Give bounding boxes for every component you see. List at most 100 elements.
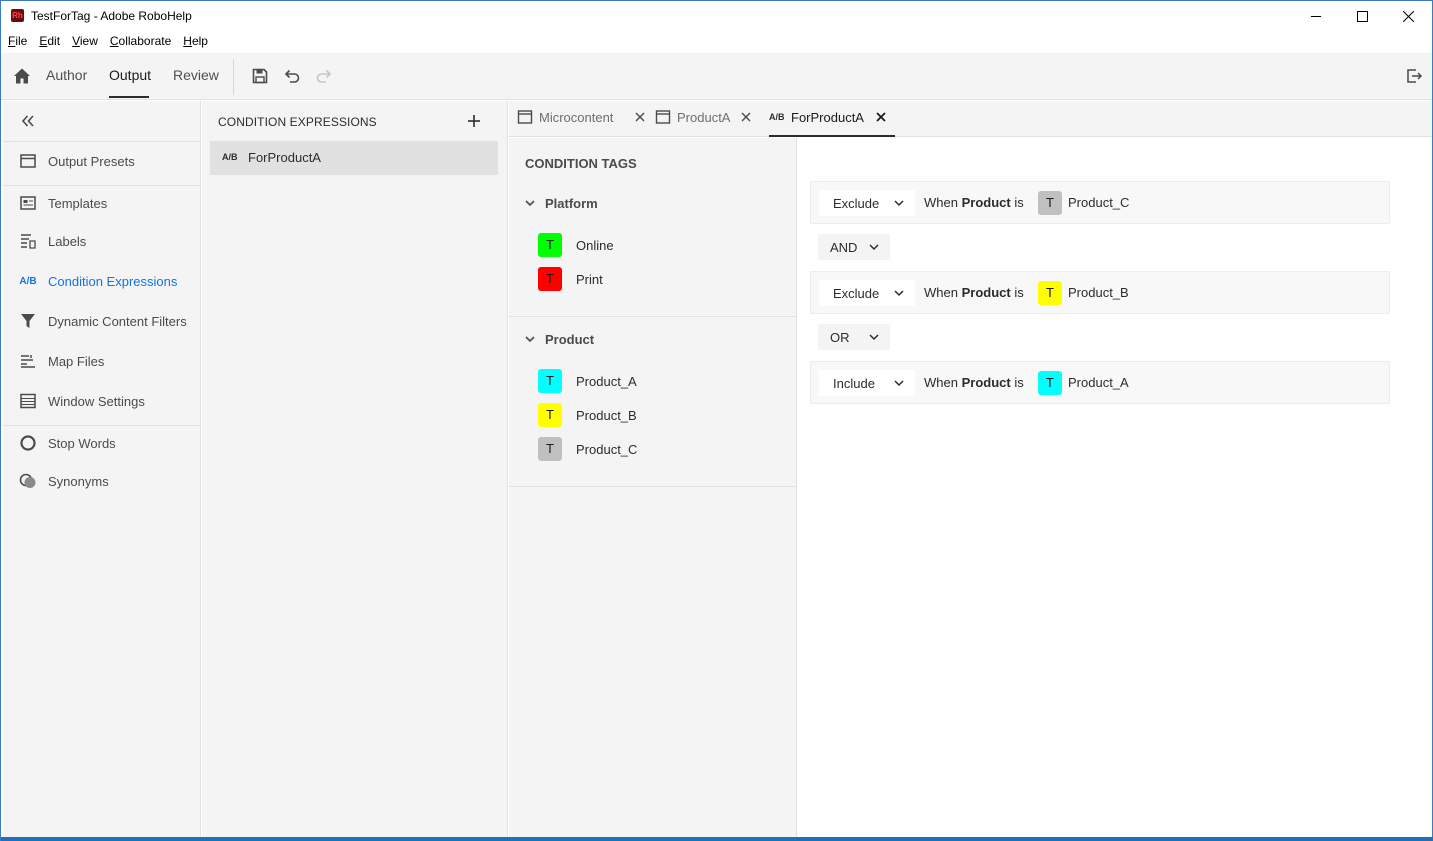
chevron-down-icon <box>869 334 879 341</box>
menu-edit[interactable]: Edit <box>32 31 66 53</box>
tag-chip: T <box>538 267 562 291</box>
robohelp-logo-icon: Rh <box>11 9 24 22</box>
condition-tags-panel: CONDITION TAGS Platform T Online T Print… <box>509 138 797 837</box>
menu-view[interactable]: View <box>65 31 104 53</box>
toolbar-divider <box>233 59 234 95</box>
sidebar-item-labels[interactable]: Labels <box>3 223 201 259</box>
save-icon[interactable] <box>251 67 269 85</box>
chevron-down-icon <box>525 336 535 343</box>
sidebar-item-label: Synonyms <box>48 473 109 489</box>
title-bar: Rh TestForTag - Adobe RoboHelp <box>1 1 1432 31</box>
redo-icon[interactable] <box>315 67 333 85</box>
tab-microcontent[interactable]: Microcontent <box>517 101 647 136</box>
close-tab-icon[interactable] <box>633 110 647 124</box>
tag-label: Product_B <box>576 408 637 423</box>
operator-value: OR <box>830 330 850 345</box>
group-label: Platform <box>545 195 598 211</box>
menu-collaborate-mnemonic: C <box>109 34 119 48</box>
menu-collaborate[interactable]: Collaborate <box>103 31 177 53</box>
expression-editor: Exclude When Product is T Product_C AND … <box>798 138 1432 837</box>
condition-tags-title: CONDITION TAGS <box>525 156 637 171</box>
home-icon[interactable] <box>13 67 31 85</box>
tag-chip: T <box>538 437 562 461</box>
minimize-button[interactable] <box>1293 1 1339 31</box>
close-tab-icon[interactable] <box>739 110 753 124</box>
maximize-button[interactable] <box>1339 1 1385 31</box>
left-nav-panel: Output Presets Templates Labels A/B Cond… <box>3 101 201 837</box>
rule-tag-name: Product_B <box>1068 285 1129 300</box>
expression-list-item[interactable]: A/B ForProductA <box>210 141 498 175</box>
tab-review[interactable]: Review <box>173 67 219 83</box>
exit-project-icon[interactable] <box>1405 67 1423 85</box>
expression-rule[interactable]: Exclude When Product is T Product_B <box>810 271 1390 314</box>
action-dropdown[interactable]: Exclude <box>819 190 915 216</box>
chevron-down-icon <box>894 290 904 297</box>
expression-rule[interactable]: Include When Product is T Product_A <box>810 361 1390 404</box>
rule-when: When <box>924 195 958 210</box>
tag-label: Product_A <box>576 374 637 389</box>
operator-dropdown[interactable]: OR <box>818 324 890 350</box>
action-dropdown[interactable]: Include <box>819 370 915 396</box>
close-tab-icon[interactable] <box>874 110 888 124</box>
tab-producta[interactable]: ProductA <box>655 101 755 136</box>
sidebar-item-dynamic-content-filters[interactable]: Dynamic Content Filters <box>3 303 201 339</box>
tab-label: ProductA <box>677 110 731 125</box>
expression-rule[interactable]: Exclude When Product is T Product_C <box>810 181 1390 224</box>
menu-bar: File Edit View Collaborate Help <box>1 31 213 53</box>
close-window-button[interactable] <box>1385 1 1431 31</box>
rule-condition-text: When Product is <box>924 285 1024 300</box>
labels-icon <box>21 234 36 249</box>
synonyms-icon <box>19 473 36 488</box>
ab-icon: A/B <box>19 275 37 287</box>
sidebar-item-label: Dynamic Content Filters <box>48 313 187 329</box>
stop-words-icon <box>20 435 36 451</box>
tag-label: Print <box>576 272 603 287</box>
tag-chip: T <box>1038 281 1062 305</box>
sidebar-item-label: Templates <box>48 195 108 211</box>
sidebar-item-templates[interactable]: Templates <box>3 185 201 221</box>
sidebar-item-output-presets[interactable]: Output Presets <box>3 143 201 179</box>
collapse-panel-icon[interactable] <box>19 112 37 130</box>
menu-collaborate-label: ollaborate <box>118 34 172 48</box>
action-dropdown[interactable]: Exclude <box>819 280 915 306</box>
sidebar-item-condition-expressions[interactable]: A/B Condition Expressions <box>3 263 201 299</box>
menu-help-mnemonic: H <box>183 34 192 48</box>
rule-field: Product <box>961 375 1011 390</box>
rule-is: is <box>1014 375 1024 390</box>
sidebar-item-window-settings[interactable]: Window Settings <box>3 383 201 419</box>
menu-view-label: iew <box>79 34 98 48</box>
sidebar-item-label: Labels <box>48 233 87 249</box>
menu-file-label: ile <box>15 34 28 48</box>
chevron-down-icon <box>894 200 904 207</box>
tab-author[interactable]: Author <box>46 67 87 83</box>
operator-dropdown[interactable]: AND <box>818 234 890 260</box>
group-platform[interactable]: Platform <box>523 193 598 213</box>
tab-forproducta[interactable]: A/B ForProductA <box>769 101 895 137</box>
rule-condition-text: When Product is <box>924 195 1024 210</box>
rule-is: is <box>1014 285 1024 300</box>
sidebar-item-label: Map Files <box>48 353 105 369</box>
menu-file[interactable]: File <box>1 31 33 53</box>
action-value: Exclude <box>833 286 880 301</box>
sidebar-item-label: Output Presets <box>48 153 135 169</box>
rule-when: When <box>924 285 958 300</box>
tab-label: Microcontent <box>539 110 614 125</box>
undo-icon[interactable] <box>283 67 301 85</box>
document-icon <box>655 110 671 124</box>
add-expression-icon[interactable] <box>466 113 482 129</box>
menu-help[interactable]: Help <box>176 31 214 53</box>
menu-edit-label: dit <box>47 34 61 48</box>
sidebar-item-map-files[interactable]: Map Files <box>3 343 201 379</box>
group-product[interactable]: Product <box>523 329 594 349</box>
operator-value: AND <box>830 240 858 255</box>
window-settings-icon <box>20 393 36 409</box>
menu-help-label: elp <box>191 34 208 48</box>
group-divider <box>509 316 797 317</box>
sidebar-item-stop-words[interactable]: Stop Words <box>3 425 201 461</box>
tab-output[interactable]: Output <box>109 67 151 83</box>
map-files-icon <box>21 355 35 368</box>
menu-view-mnemonic: V <box>72 34 80 48</box>
tab-label: ForProductA <box>791 110 864 125</box>
sidebar-item-synonyms[interactable]: Synonyms <box>3 463 201 499</box>
active-tab-indicator <box>109 96 149 98</box>
